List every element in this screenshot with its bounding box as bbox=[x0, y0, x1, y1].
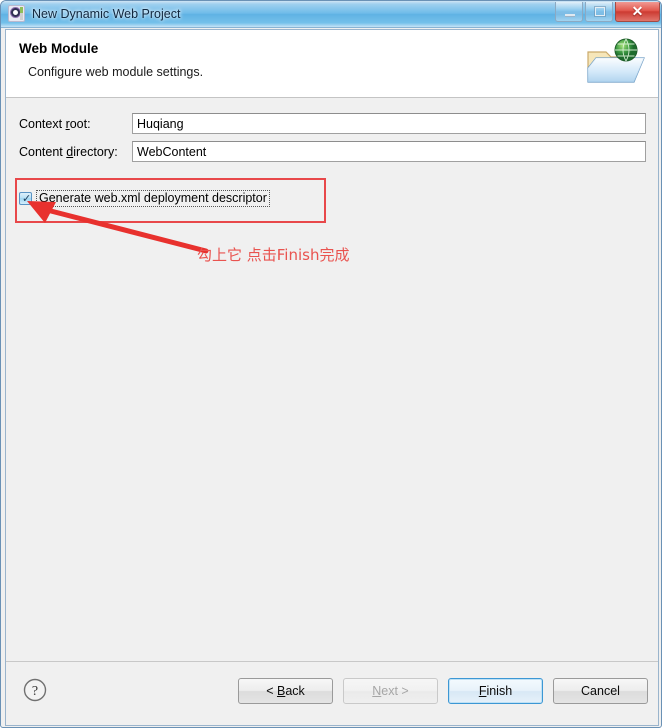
context-root-label-pre: Context bbox=[19, 116, 66, 131]
generate-webxml-row[interactable]: ✓ Generate web.xml deployment descriptor bbox=[19, 190, 270, 207]
generate-webxml-checkbox[interactable]: ✓ bbox=[19, 192, 32, 205]
content-directory-input[interactable] bbox=[132, 141, 646, 162]
content-directory-row: Content directory: bbox=[19, 141, 646, 162]
cancel-button[interactable]: Cancel bbox=[553, 678, 648, 704]
web-folder-globe-icon bbox=[587, 38, 645, 83]
page-subtitle: Configure web module settings. bbox=[28, 65, 204, 79]
content-directory-label-post: irectory: bbox=[73, 144, 118, 159]
annotation-text: 勾上它 点击Finish完成 bbox=[197, 246, 350, 264]
dialog-buttons: < Back Next > Finish Cancel bbox=[238, 678, 648, 704]
dialog-window: New Dynamic Web Project ✕ Web Module Con… bbox=[0, 0, 662, 728]
cancel-button-label: Cancel bbox=[581, 684, 620, 698]
next-button-post: ext > bbox=[381, 684, 409, 698]
maximize-button[interactable] bbox=[585, 2, 613, 22]
context-root-row: Context root: bbox=[19, 113, 646, 134]
content-directory-label: Content directory: bbox=[19, 145, 132, 159]
finish-button-post: inish bbox=[486, 684, 513, 698]
title-bar-left: New Dynamic Web Project bbox=[8, 5, 180, 22]
next-button-mnemonic: N bbox=[372, 684, 382, 698]
next-button[interactable]: Next > bbox=[343, 678, 438, 704]
generate-webxml-label-mnemonic: G bbox=[39, 191, 49, 205]
window-title: New Dynamic Web Project bbox=[32, 6, 181, 21]
dialog-button-bar: ? < Back Next > Finish Cancel bbox=[6, 661, 658, 725]
context-root-input[interactable] bbox=[132, 113, 646, 134]
wizard-content: Context root: Content directory: ✓ Gener… bbox=[6, 98, 658, 661]
minimize-button[interactable] bbox=[555, 2, 583, 22]
title-bar[interactable]: New Dynamic Web Project ✕ bbox=[1, 1, 661, 28]
maximize-icon bbox=[595, 7, 605, 16]
window-controls: ✕ bbox=[555, 2, 660, 22]
svg-text:?: ? bbox=[32, 684, 38, 699]
wizard-header: Web Module Configure web module settings… bbox=[6, 30, 658, 98]
back-button-pre: < bbox=[266, 684, 277, 698]
checkmark-icon: ✓ bbox=[22, 192, 32, 205]
close-button[interactable]: ✕ bbox=[615, 2, 660, 22]
content-directory-label-pre: Content bbox=[19, 144, 67, 159]
context-root-label-post: oot: bbox=[69, 116, 91, 131]
generate-webxml-label-post: enerate web.xml deployment descriptor bbox=[48, 191, 267, 205]
eclipse-wizard-icon bbox=[8, 5, 25, 22]
close-icon: ✕ bbox=[631, 3, 644, 19]
back-button-post: ack bbox=[285, 684, 305, 698]
context-root-label: Context root: bbox=[19, 117, 132, 131]
finish-button[interactable]: Finish bbox=[448, 678, 543, 704]
back-button[interactable]: < Back bbox=[238, 678, 333, 704]
help-icon[interactable]: ? bbox=[22, 677, 48, 703]
generate-webxml-label[interactable]: Generate web.xml deployment descriptor bbox=[36, 190, 270, 207]
page-title: Web Module bbox=[19, 41, 99, 56]
